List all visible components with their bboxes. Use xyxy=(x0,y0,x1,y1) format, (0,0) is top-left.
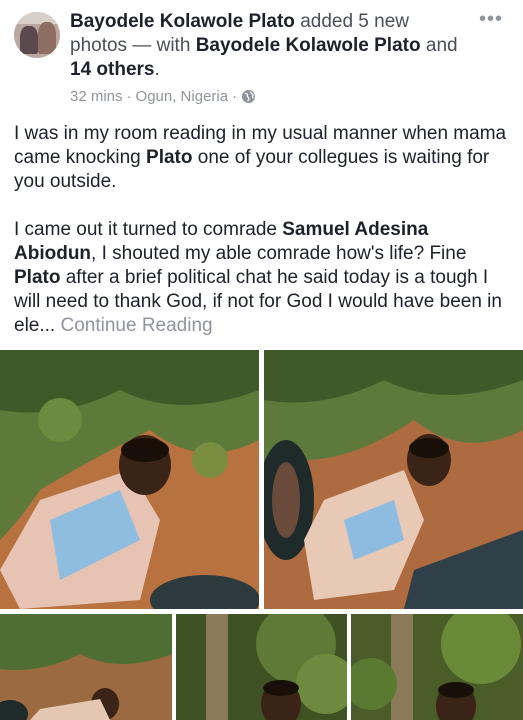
post-body: I was in my room reading in my usual man… xyxy=(14,122,510,362)
meta-separator: · xyxy=(126,88,132,105)
more-options-icon[interactable]: ••• xyxy=(479,8,503,31)
period-text: . xyxy=(154,59,160,80)
plato-mention: Plato xyxy=(146,147,193,168)
meta-separator-2: · xyxy=(232,88,238,105)
photo-5[interactable] xyxy=(351,614,523,720)
author-avatar[interactable] xyxy=(14,12,60,58)
photo-grid xyxy=(0,350,523,720)
photo-2[interactable] xyxy=(264,350,523,609)
paragraph-2: I came out it turned to comrade Samuel A… xyxy=(14,219,502,336)
photo-4[interactable] xyxy=(176,614,347,720)
continue-reading-link[interactable]: Continue Reading xyxy=(60,315,212,336)
post-meta: 32 mins · Ogun, Nigeria · xyxy=(70,88,256,105)
location-link[interactable]: Ogun, Nigeria xyxy=(136,88,229,105)
others-link[interactable]: 14 others xyxy=(70,59,154,80)
globe-icon xyxy=(241,89,256,104)
post-header: Bayodele Kolawole Plato added 5 new phot… xyxy=(0,0,523,112)
with-text: — with xyxy=(132,35,191,56)
photo-3[interactable] xyxy=(0,614,172,720)
paragraph-1: I was in my room reading in my usual man… xyxy=(14,123,507,192)
post-headline: Bayodele Kolawole Plato added 5 new phot… xyxy=(70,10,470,82)
photo-1[interactable] xyxy=(0,350,259,609)
and-text: and xyxy=(425,35,458,56)
timestamp-link[interactable]: 32 mins xyxy=(70,88,123,105)
plato-mention-2: Plato xyxy=(14,267,61,288)
author-name-link[interactable]: Bayodele Kolawole Plato xyxy=(70,11,295,32)
tagged-name-link[interactable]: Bayodele Kolawole Plato xyxy=(196,35,421,56)
